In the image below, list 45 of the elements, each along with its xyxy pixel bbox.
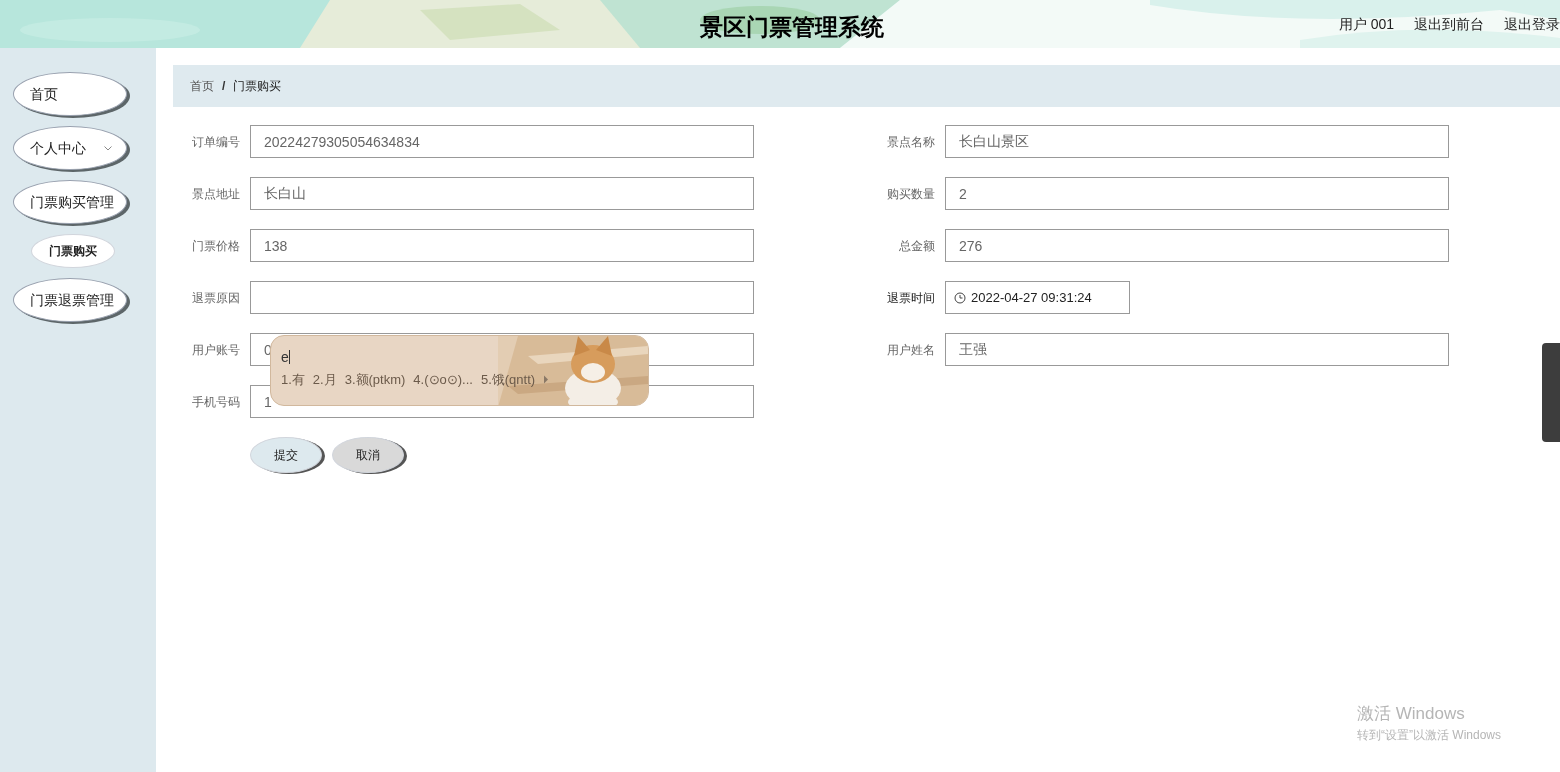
submit-button[interactable]: 提交 — [250, 437, 322, 473]
field-label: 退票时间 — [886, 289, 935, 307]
field-label: 门票价格 — [191, 237, 240, 255]
datetime-field[interactable]: 2022-04-27 09:31:24 — [945, 281, 1130, 314]
header-link[interactable]: 退出登录 — [1504, 14, 1560, 35]
sidebar-item[interactable]: 首页 — [13, 72, 127, 116]
activation-notice-title: 激活 Windows — [1357, 704, 1466, 724]
ime-candidate[interactable]: 1.有 — [281, 370, 305, 390]
caret-icon — [104, 145, 112, 151]
field-label: 订单编号 — [191, 133, 240, 151]
input-field[interactable] — [250, 281, 754, 314]
field-label: 用户账号 — [191, 341, 240, 359]
input-field[interactable]: 长白山 — [250, 177, 754, 210]
field-label: 总金额 — [898, 237, 935, 255]
input-field[interactable]: 138 — [250, 229, 754, 262]
header-link[interactable]: 退出到前台 — [1414, 14, 1484, 35]
input-field[interactable]: 20224279305054634834 — [250, 125, 754, 158]
ime-candidate[interactable]: 2.月 — [312, 370, 337, 390]
input-field[interactable]: 长白山景区 — [945, 125, 1449, 158]
sidebar-item[interactable]: 个人中心 — [13, 126, 127, 170]
input-field[interactable]: 王强 — [945, 333, 1449, 366]
clock-icon — [954, 291, 966, 304]
ime-candidate[interactable]: 5.饿(qntt) — [480, 370, 536, 390]
sidebar-item[interactable]: 门票购买管理 — [13, 180, 127, 224]
field-label: 购买数量 — [886, 185, 935, 203]
site-title: 景区门票管理系统 — [700, 13, 884, 42]
breadcrumb-separator: / — [222, 78, 226, 95]
input-field[interactable]: 2 — [945, 177, 1449, 210]
ime-input-text: e — [281, 348, 291, 366]
ime-candidate[interactable]: 3.额(ptkm) — [344, 370, 406, 390]
input-field[interactable]: 276 — [945, 229, 1449, 262]
sidebar-item[interactable]: 门票退票管理 — [13, 278, 127, 322]
activation-notice-text: 转到“设置”以激活 Windows — [1357, 727, 1501, 744]
next-page-icon[interactable] — [543, 375, 550, 385]
scroll-handle[interactable] — [1542, 343, 1560, 442]
field-label: 景点地址 — [191, 185, 240, 203]
field-label: 手机号码 — [191, 393, 240, 411]
field-label: 退票原因 — [191, 289, 240, 307]
breadcrumb-link[interactable]: 首页 — [190, 77, 214, 95]
user-name-link[interactable]: 用户 001 — [1338, 14, 1394, 35]
field-label: 景点名称 — [886, 133, 935, 151]
cancel-button[interactable]: 取消 — [332, 437, 404, 473]
field-label: 用户姓名 — [886, 341, 935, 359]
ime-candidate[interactable]: 4.(⊙o⊙)... — [413, 370, 473, 390]
submenu-item[interactable]: 门票购买 — [31, 234, 115, 268]
